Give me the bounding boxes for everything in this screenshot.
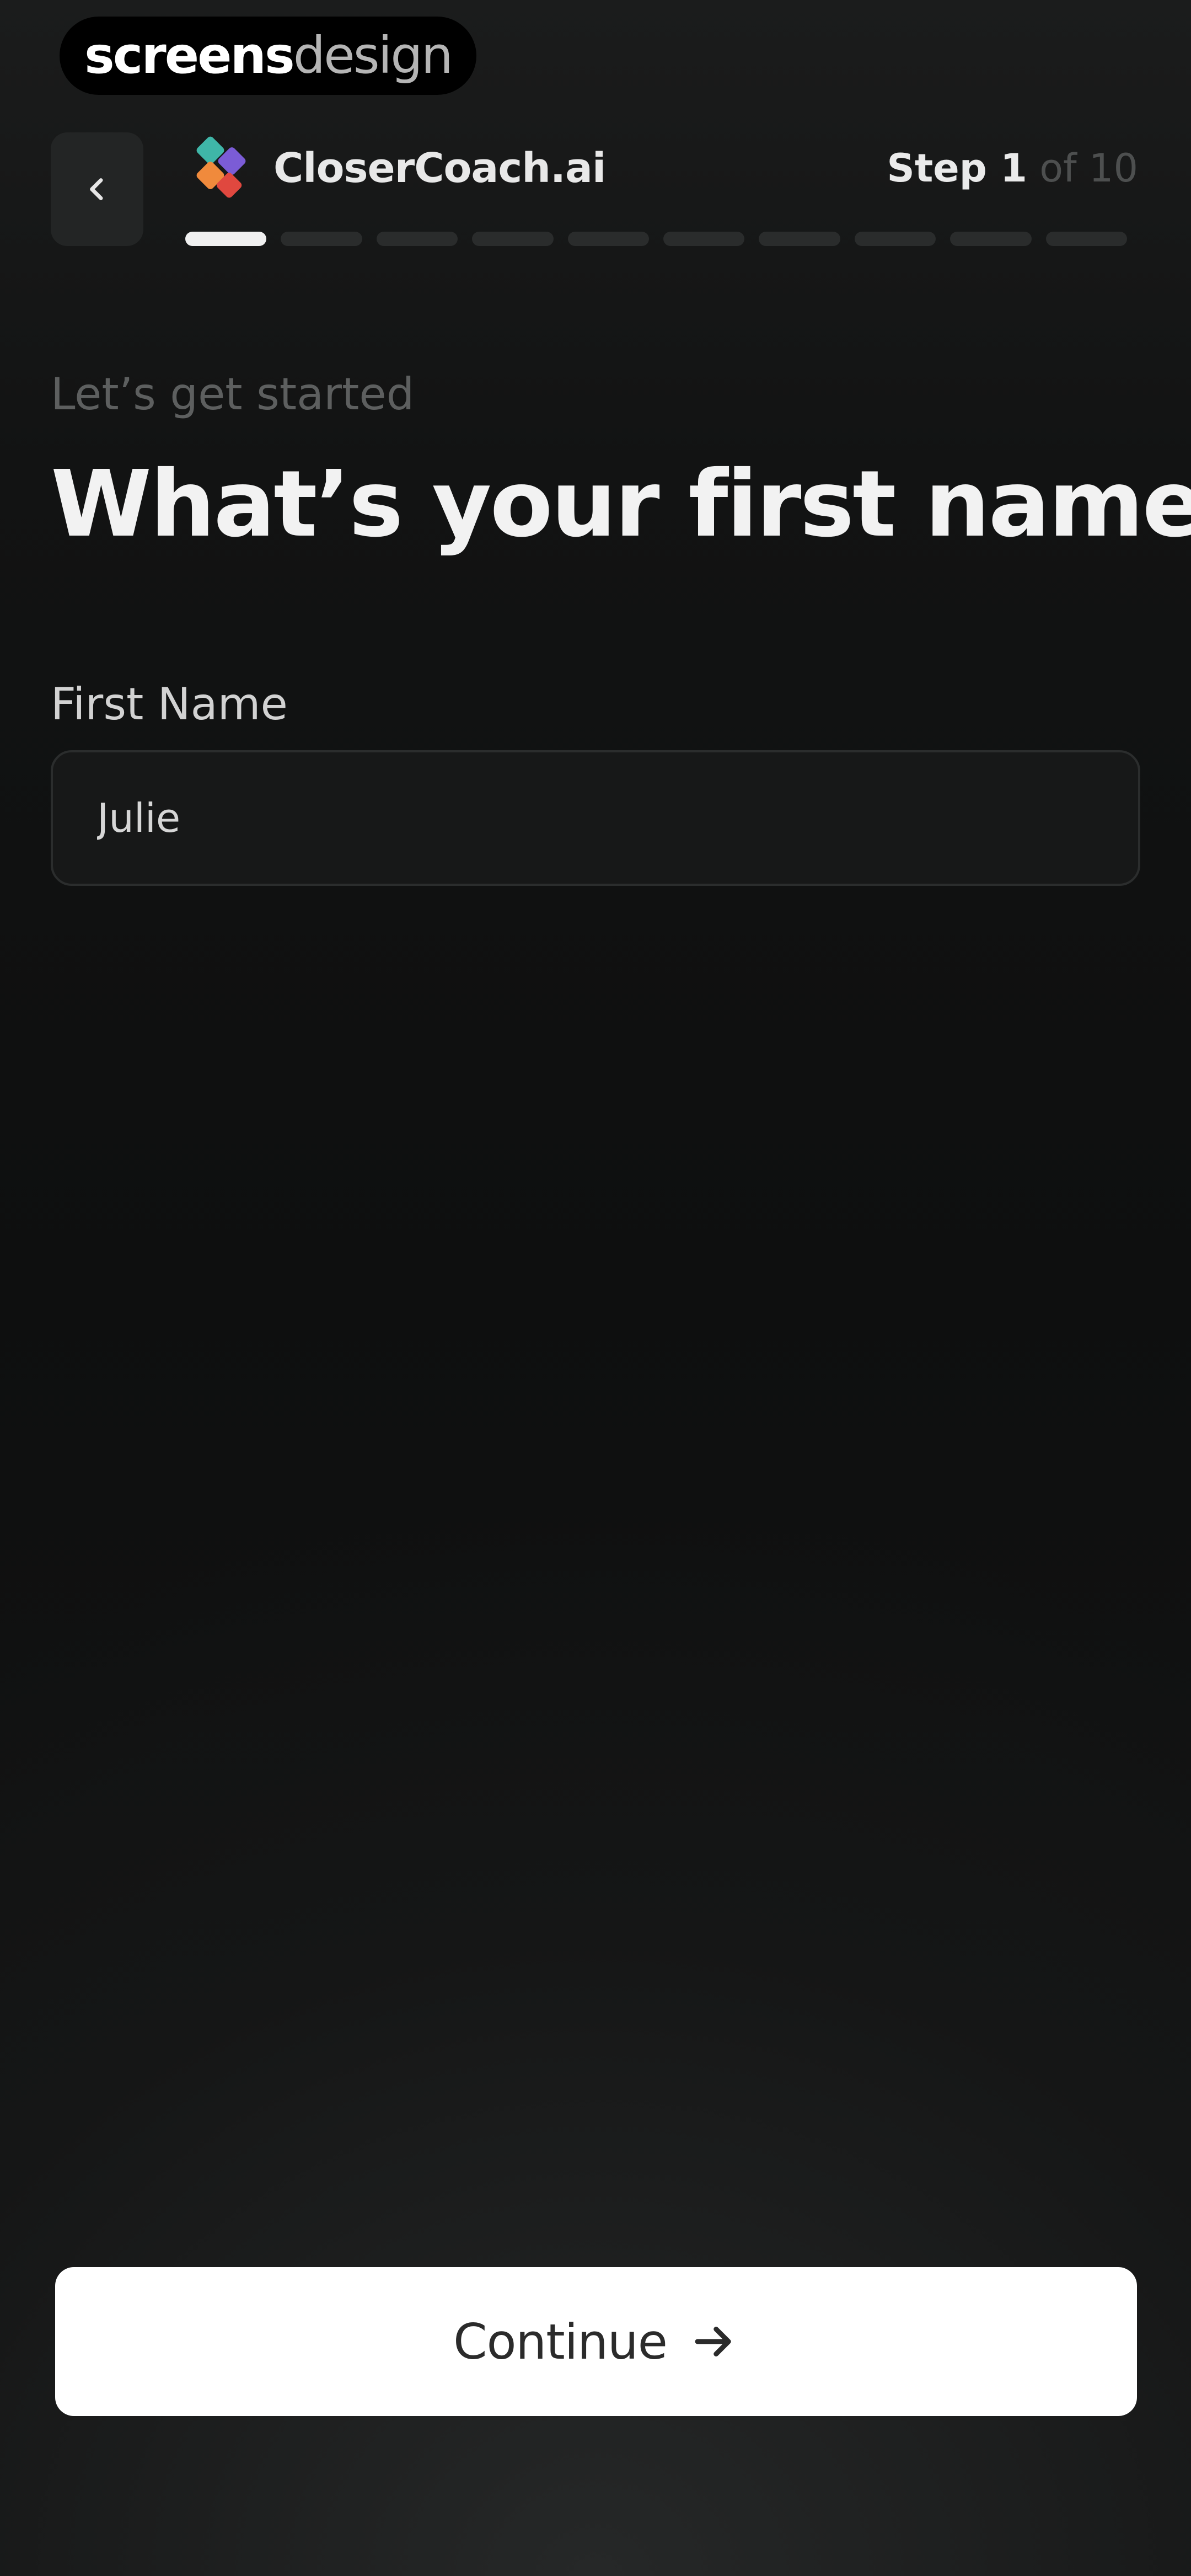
- screensdesign-watermark: screens design: [60, 17, 476, 95]
- watermark-strong-text: screens: [84, 26, 295, 85]
- progress-segment: [663, 232, 745, 246]
- onboarding-screen: screens design CloserCoach.ai Step 1 of 1…: [0, 0, 1191, 2576]
- progress-segment: [376, 232, 458, 246]
- progress-segment: [854, 232, 936, 246]
- arrow-right-icon: [695, 2327, 731, 2356]
- step-total: of 10: [1027, 146, 1138, 191]
- eyebrow-text: Let’s get started: [51, 368, 415, 420]
- chevron-left-icon: [90, 178, 103, 200]
- progress-segment: [472, 232, 554, 246]
- continue-button[interactable]: Continue: [55, 2267, 1137, 2416]
- progress-segment: [281, 232, 362, 246]
- progress-segment: [950, 232, 1032, 246]
- progress-bar: [185, 232, 1128, 246]
- step-indicator: Step 1 of 10: [887, 142, 1138, 194]
- closercoach-logo-icon: [196, 136, 246, 198]
- continue-label: Continue: [453, 2313, 668, 2370]
- brand: CloserCoach.ai: [185, 132, 606, 204]
- first-name-label: First Name: [51, 678, 288, 730]
- back-button[interactable]: [51, 132, 143, 246]
- progress-segment: [1045, 232, 1128, 246]
- step-current: Step 1: [887, 146, 1027, 191]
- progress-segment: [567, 232, 650, 246]
- watermark-light-text: design: [293, 26, 453, 85]
- progress-segment: [759, 232, 840, 246]
- progress-segment: [185, 232, 267, 246]
- page-title: What’s your first name?: [51, 451, 1191, 558]
- brand-name: CloserCoach.ai: [273, 145, 606, 192]
- first-name-input[interactable]: [51, 750, 1140, 886]
